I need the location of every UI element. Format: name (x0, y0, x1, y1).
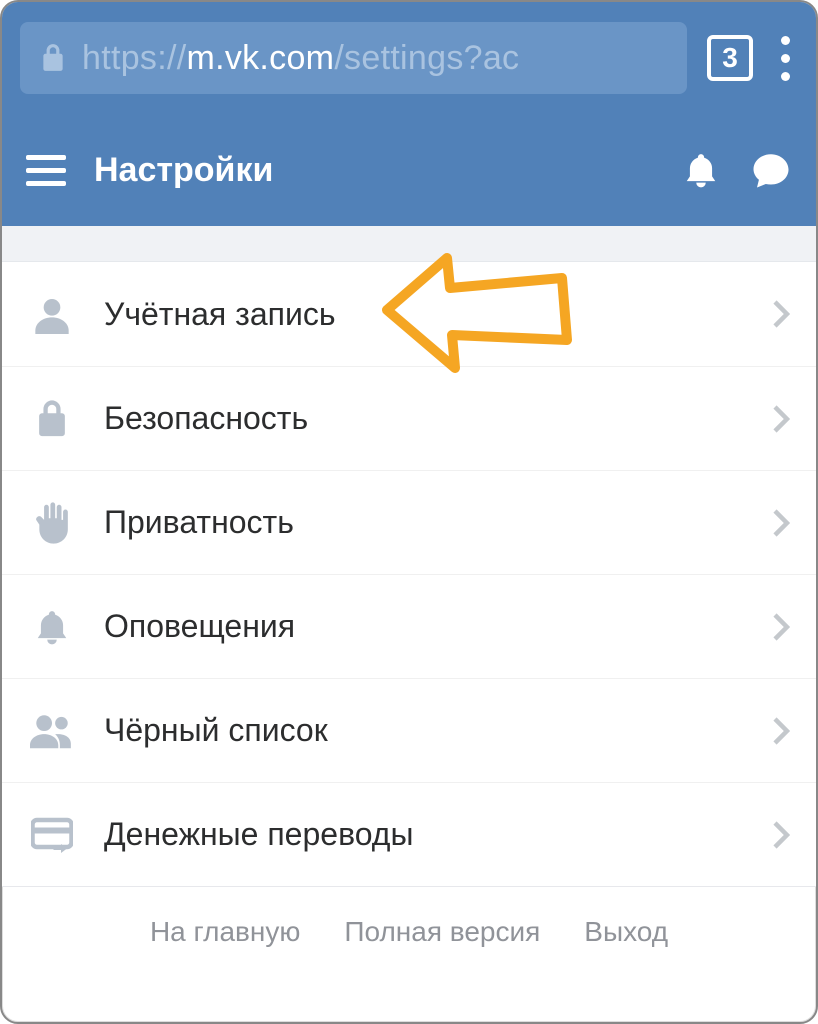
menu-icon[interactable] (26, 155, 66, 186)
chevron-right-icon (772, 404, 790, 434)
footer-logout-link[interactable]: Выход (584, 916, 668, 948)
row-privacy[interactable]: Приватность (2, 470, 816, 574)
page-title: Настройки (94, 151, 652, 190)
notifications-icon[interactable] (680, 149, 722, 191)
chevron-right-icon (772, 612, 790, 642)
app-frame: https://m.vk.com/settings?ac 3 Настройки… (0, 0, 818, 1024)
settings-list: Учётная запись Безопасность Приватность … (2, 262, 816, 886)
chevron-right-icon (772, 820, 790, 850)
row-security[interactable]: Безопасность (2, 366, 816, 470)
row-blacklist[interactable]: Чёрный список (2, 678, 816, 782)
messages-icon[interactable] (750, 149, 792, 191)
person-icon (30, 292, 74, 336)
hand-icon (30, 501, 74, 545)
footer-full-link[interactable]: Полная версия (344, 916, 540, 948)
chevron-right-icon (772, 716, 790, 746)
row-label: Учётная запись (104, 296, 742, 333)
row-account[interactable]: Учётная запись (2, 262, 816, 366)
card-icon (30, 813, 74, 857)
row-label: Чёрный список (104, 712, 742, 749)
section-gap (2, 226, 816, 262)
footer-home-link[interactable]: На главную (150, 916, 300, 948)
row-label: Оповещения (104, 608, 742, 645)
url-text: https://m.vk.com/settings?ac (82, 39, 519, 78)
chevron-right-icon (772, 299, 790, 329)
lock-icon (40, 43, 66, 73)
row-label: Денежные переводы (104, 816, 742, 853)
chevron-right-icon (772, 508, 790, 538)
row-label: Безопасность (104, 400, 742, 437)
lock-icon (30, 397, 74, 441)
row-label: Приватность (104, 504, 742, 541)
app-header: Настройки (2, 114, 816, 226)
footer: На главную Полная версия Выход (2, 886, 816, 976)
bell-icon (30, 605, 74, 649)
tab-count-button[interactable]: 3 (707, 35, 753, 81)
row-notifications[interactable]: Оповещения (2, 574, 816, 678)
row-payments[interactable]: Денежные переводы (2, 782, 816, 886)
browser-bar: https://m.vk.com/settings?ac 3 (2, 2, 816, 114)
url-box[interactable]: https://m.vk.com/settings?ac (20, 22, 687, 94)
browser-menu-button[interactable] (773, 36, 798, 81)
people-icon (30, 709, 74, 753)
